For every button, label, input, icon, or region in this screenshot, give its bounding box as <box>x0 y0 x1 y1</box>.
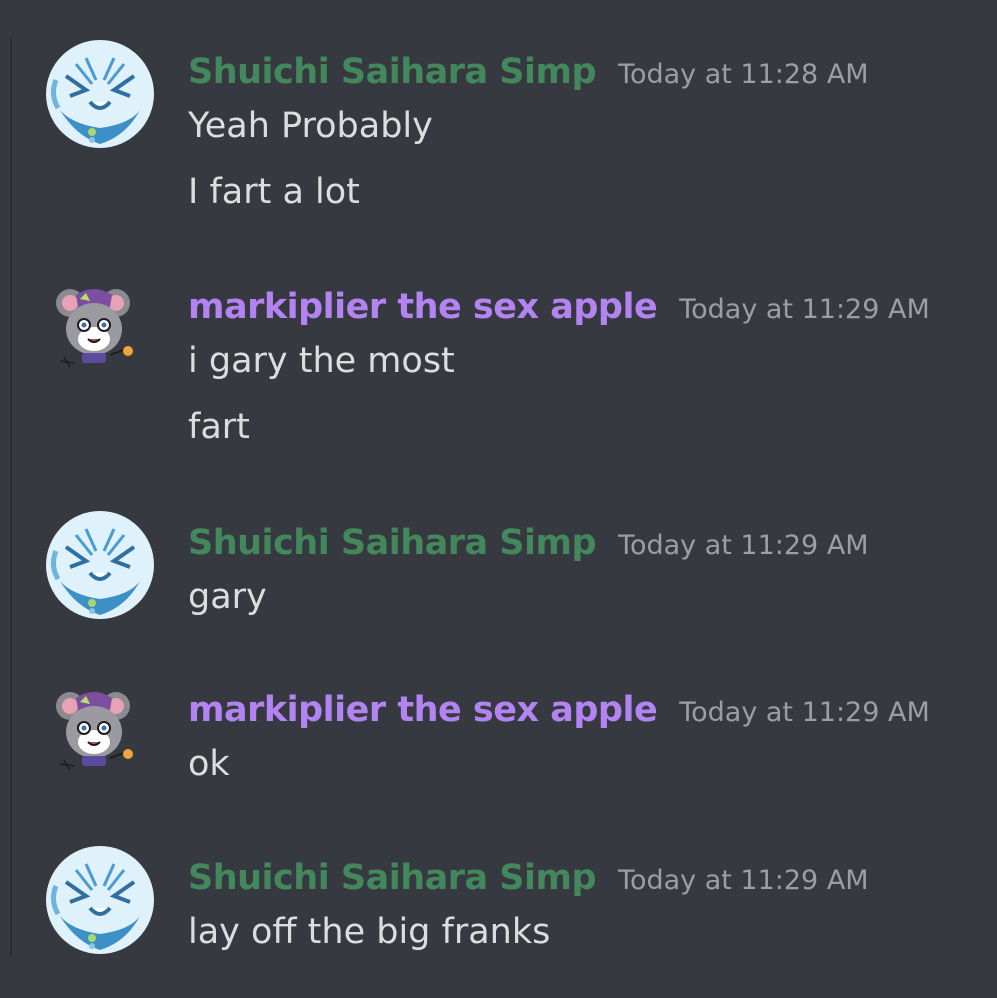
message-text: lay off the big franks <box>188 912 551 952</box>
anime-avatar-icon[interactable] <box>46 40 154 148</box>
message-content: Shuichi Saihara Simp Today at 11:29 AM la… <box>188 852 977 958</box>
message-content: markiplier the sex apple Today at 11:29 A… <box>188 281 977 453</box>
mouse-avatar-icon[interactable] <box>46 680 154 788</box>
message-text: i gary the most <box>188 341 455 381</box>
message-header: Shuichi Saihara Simp Today at 11:29 AM <box>188 852 977 904</box>
username[interactable]: Shuichi Saihara Simp <box>188 517 597 569</box>
timestamp: Today at 11:28 AM <box>618 59 869 90</box>
timestamp: Today at 11:29 AM <box>618 530 869 561</box>
timestamp: Today at 11:29 AM <box>618 865 869 896</box>
message-header: Shuichi Saihara Simp Today at 11:28 AM <box>188 46 977 98</box>
anime-avatar-icon[interactable] <box>46 846 154 954</box>
username[interactable]: markiplier the sex apple <box>188 281 658 333</box>
username[interactable]: Shuichi Saihara Simp <box>188 852 597 904</box>
message-header: markiplier the sex apple Today at 11:29 A… <box>188 684 977 736</box>
message-text: I fart a lot <box>188 172 360 212</box>
message-text: gary <box>188 577 267 617</box>
message-content: markiplier the sex apple Today at 11:29 A… <box>188 684 977 790</box>
mouse-avatar-icon[interactable] <box>46 277 154 385</box>
message-content: Shuichi Saihara Simp Today at 11:28 AM Ye… <box>188 46 977 218</box>
anime-avatar-icon[interactable] <box>46 511 154 619</box>
message-header: Shuichi Saihara Simp Today at 11:29 AM <box>188 517 977 569</box>
username[interactable]: Shuichi Saihara Simp <box>188 46 597 98</box>
message-text: fart <box>188 407 250 447</box>
message-content: Shuichi Saihara Simp Today at 11:29 AM ga… <box>188 517 977 623</box>
username[interactable]: markiplier the sex apple <box>188 684 658 736</box>
timestamp: Today at 11:29 AM <box>679 697 930 728</box>
timestamp: Today at 11:29 AM <box>679 294 930 325</box>
message-header: markiplier the sex apple Today at 11:29 A… <box>188 281 977 333</box>
thread-divider <box>10 38 12 956</box>
message-text: Yeah Probably <box>188 106 433 146</box>
message-text: ok <box>188 744 230 784</box>
